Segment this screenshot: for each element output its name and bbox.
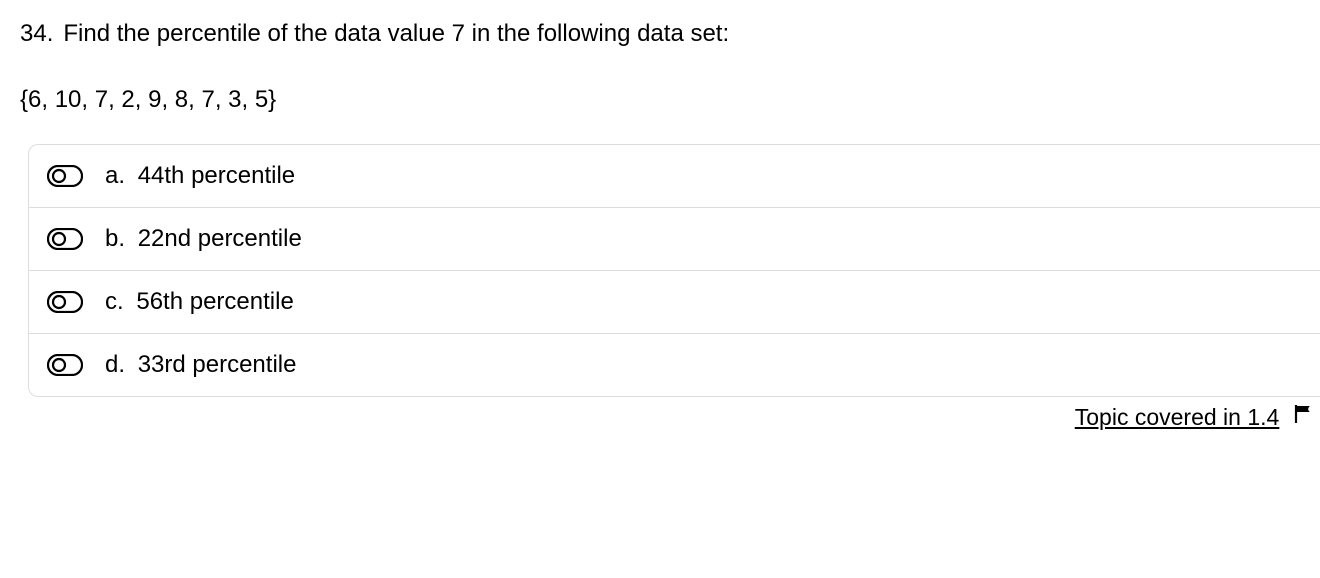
option-label: d. 33rd percentile xyxy=(105,351,296,379)
option-b[interactable]: b. 22nd percentile xyxy=(29,208,1320,271)
toggle-icon[interactable] xyxy=(47,291,83,313)
question-dataset: {6, 10, 7, 2, 9, 8, 7, 3, 5} xyxy=(20,86,1320,114)
footer: Topic covered in 1.4 xyxy=(20,403,1320,432)
option-text: 44th percentile xyxy=(138,162,295,189)
toggle-icon[interactable] xyxy=(47,228,83,250)
option-letter: a. xyxy=(105,162,125,189)
options-list: a. 44th percentile b. 22nd percentile c.… xyxy=(28,144,1320,397)
option-letter: c. xyxy=(105,288,124,315)
option-text: 33rd percentile xyxy=(138,351,297,378)
option-label: c. 56th percentile xyxy=(105,288,294,316)
option-label: a. 44th percentile xyxy=(105,162,295,190)
option-letter: d. xyxy=(105,351,125,378)
option-text: 22nd percentile xyxy=(138,225,302,252)
option-a[interactable]: a. 44th percentile xyxy=(29,145,1320,208)
flag-icon[interactable] xyxy=(1292,404,1314,431)
question-number: 34. xyxy=(20,20,53,48)
question-stem: 34. Find the percentile of the data valu… xyxy=(20,20,1320,48)
toggle-icon[interactable] xyxy=(47,354,83,376)
option-d[interactable]: d. 33rd percentile xyxy=(29,334,1320,396)
option-c[interactable]: c. 56th percentile xyxy=(29,271,1320,334)
option-label: b. 22nd percentile xyxy=(105,225,302,253)
topic-link[interactable]: Topic covered in 1.4 xyxy=(1075,404,1280,430)
option-letter: b. xyxy=(105,225,125,252)
option-text: 56th percentile xyxy=(136,288,293,315)
question-text: Find the percentile of the data value 7 … xyxy=(63,20,729,48)
toggle-icon[interactable] xyxy=(47,165,83,187)
